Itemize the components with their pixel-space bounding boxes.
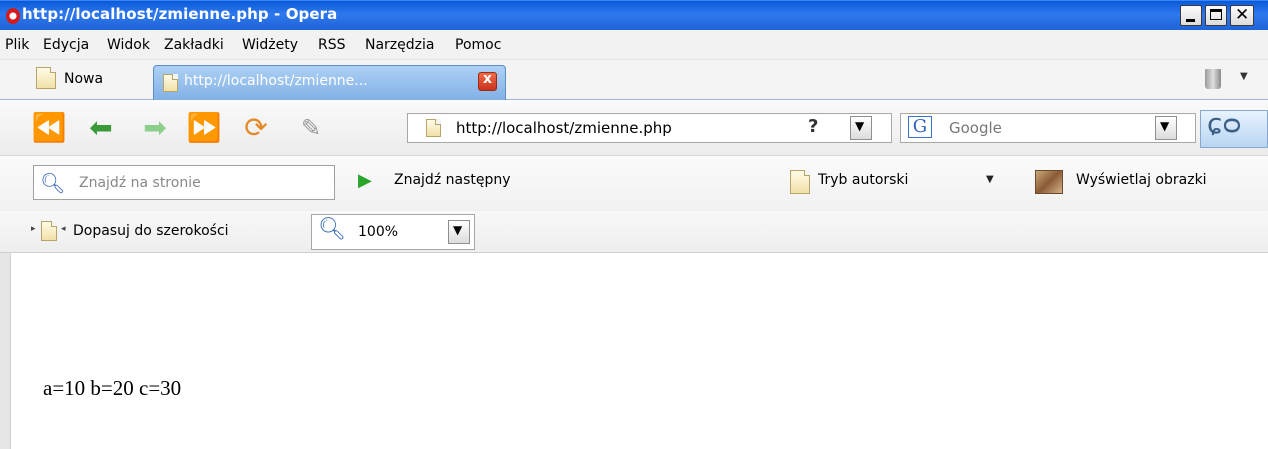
arrow-left-icon: ▸ <box>31 224 36 234</box>
zoom-in-icon: 🔍︎ <box>318 217 346 242</box>
page-content <box>0 253 1268 449</box>
fast-forward-icon[interactable]: ⏩ <box>185 110 223 146</box>
search-dropdown-button[interactable]: ▼ <box>1155 116 1177 140</box>
back-icon[interactable]: ⬅ <box>82 110 120 146</box>
maximize-button[interactable] <box>1205 5 1227 26</box>
close-icon: ✕ <box>1235 5 1250 25</box>
new-tab-label: Nowa <box>64 71 104 87</box>
glasses-icon: ɕᴑ <box>1207 107 1242 140</box>
glasses-button[interactable]: ɕᴑ <box>1200 107 1268 148</box>
address-url: http://localhost/zmienne.php <box>456 119 672 137</box>
window-title: http://localhost/zmienne.php - Opera <box>22 5 338 23</box>
fit-to-width-label: Dopasuj do szerokości <box>73 223 229 239</box>
opera-logo-icon <box>6 8 20 24</box>
reload-icon[interactable]: ⟳ <box>237 110 275 146</box>
menu-item-pomoc[interactable]: Pomoc <box>455 37 501 53</box>
maximize-icon <box>1210 9 1222 20</box>
tab-active[interactable]: http://localhost/zmienne... x <box>153 65 506 101</box>
find-input[interactable] <box>79 172 329 194</box>
image-icon <box>1035 170 1063 194</box>
new-page-icon <box>36 67 56 89</box>
menu-bar: Plik Edycja Widok Zakładki Widżety RSS N… <box>0 30 1268 60</box>
chevron-down-icon: ▼ <box>453 223 463 237</box>
arrow-right-icon: ◂ <box>61 224 66 234</box>
zoom-dropdown-button[interactable]: ▼ <box>448 220 470 244</box>
page-icon <box>41 221 57 241</box>
google-icon: G <box>908 116 932 138</box>
show-images-label: Wyświetlaj obrazki <box>1076 172 1207 188</box>
menu-item-widzety[interactable]: Widżety <box>242 37 298 53</box>
find-on-page-field[interactable]: 🔍︎ <box>33 165 335 200</box>
show-images-button[interactable]: Wyświetlaj obrazki <box>1030 165 1268 200</box>
close-window-button[interactable]: ✕ <box>1230 5 1254 26</box>
page-icon <box>426 119 441 137</box>
menu-item-rss[interactable]: RSS <box>318 37 346 53</box>
search-field[interactable]: G Google ▼ <box>900 113 1196 143</box>
new-tab-button[interactable]: Nowa <box>34 65 144 95</box>
trash-icon[interactable] <box>1205 69 1221 89</box>
find-toolbar: 🔍︎ ▶ Znajdź następny Tryb autorski ▼ Wyś… <box>0 156 1268 211</box>
chevron-down-icon: ▼ <box>1160 119 1170 133</box>
title-bar: http://localhost/zmienne.php - Opera ✕ <box>0 0 1268 30</box>
sidebar-strip <box>0 253 11 449</box>
menu-item-zakladki[interactable]: Zakładki <box>164 37 224 53</box>
chevron-down-icon: ▼ <box>855 119 865 133</box>
search-icon: 🔍︎ <box>40 171 66 195</box>
fit-to-width-button[interactable]: ▸ ◂ Dopasuj do szerokości <box>31 218 301 246</box>
zoom-toolbar: ▸ ◂ Dopasuj do szerokości 🔍︎ 100% ▼ <box>0 211 1268 253</box>
navigation-toolbar: ⏪ ⬅ ➡ ⏩ ⟳ ✎ http://localhost/zmienne.php… <box>0 100 1268 156</box>
search-engine-label: Google <box>949 119 1002 137</box>
find-next-label: Znajdź następny <box>394 172 511 188</box>
minimize-icon <box>1186 19 1195 22</box>
forward-icon[interactable]: ➡ <box>136 110 174 146</box>
page-icon <box>790 170 810 194</box>
browser-window: http://localhost/zmienne.php - Opera ✕ P… <box>0 0 1268 449</box>
author-mode-button[interactable]: Tryb autorski ▼ <box>772 165 1002 200</box>
zoom-value: 100% <box>358 224 399 240</box>
chevron-down-icon[interactable]: ▼ <box>986 174 994 185</box>
author-mode-label: Tryb autorski <box>818 172 909 188</box>
pencil-icon[interactable]: ✎ <box>292 110 330 146</box>
page-text: a=10 b=20 c=30 <box>43 376 182 400</box>
menu-item-edycja[interactable]: Edycja <box>43 37 89 53</box>
chevron-down-icon[interactable]: ▼ <box>1240 71 1248 82</box>
page-icon <box>163 74 178 92</box>
address-dropdown-button[interactable]: ▼ <box>850 116 872 140</box>
menu-item-plik[interactable]: Plik <box>5 37 29 53</box>
menu-item-narzedzia[interactable]: Narzędzia <box>365 37 434 53</box>
menu-item-widok[interactable]: Widok <box>107 37 150 53</box>
address-bar[interactable]: http://localhost/zmienne.php ? ▼ <box>407 113 892 143</box>
close-icon: x <box>483 71 493 87</box>
play-icon: ▶ <box>358 170 372 191</box>
tab-title: http://localhost/zmienne... <box>184 73 368 89</box>
tab-close-button[interactable]: x <box>478 71 497 91</box>
zoom-control[interactable]: 🔍︎ 100% ▼ <box>311 214 475 250</box>
help-icon[interactable]: ? <box>808 116 818 137</box>
minimize-button[interactable] <box>1180 5 1202 26</box>
tab-bar: Nowa http://localhost/zmienne... x ▼ <box>0 60 1268 101</box>
fast-back-icon[interactable]: ⏪ <box>30 110 68 146</box>
